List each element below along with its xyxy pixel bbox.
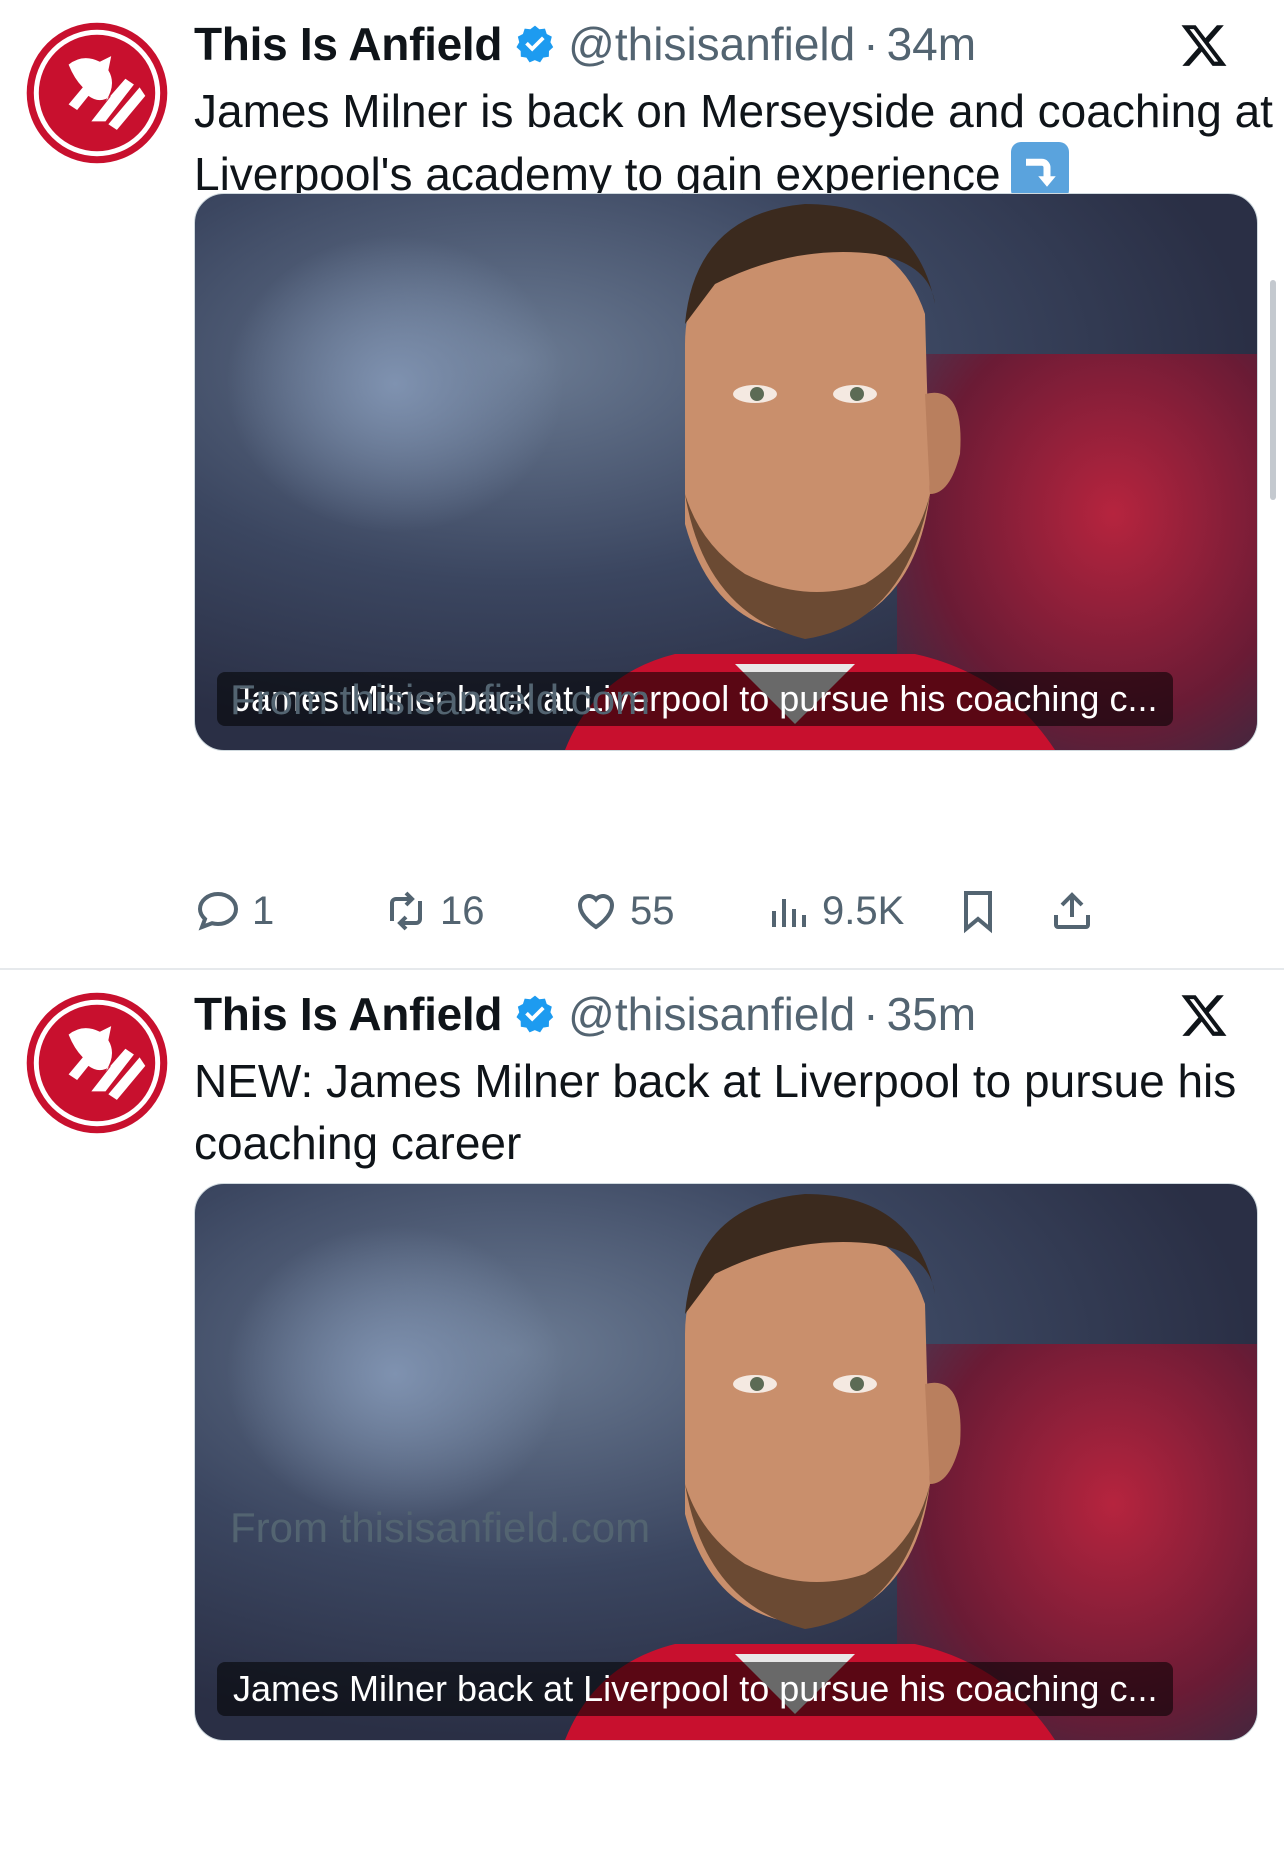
x-logo-icon bbox=[1178, 990, 1230, 1040]
card-bg-left bbox=[225, 234, 565, 534]
tweet-text: NEW: James Milner back at Liverpool to p… bbox=[194, 1050, 1274, 1174]
timestamp[interactable]: 35m bbox=[887, 987, 976, 1041]
separator: · bbox=[863, 18, 879, 70]
verified-badge-icon bbox=[514, 23, 556, 65]
reply-count: 1 bbox=[252, 888, 275, 933]
bookmark-icon bbox=[964, 891, 992, 934]
share-icon bbox=[1054, 892, 1090, 929]
tweet-text-content: James Milner is back on Merseyside and c… bbox=[194, 85, 1273, 200]
avatar[interactable] bbox=[26, 22, 168, 164]
verified-badge-icon bbox=[514, 993, 556, 1035]
like-count: 55 bbox=[630, 888, 675, 933]
reply-button[interactable]: 1 bbox=[194, 876, 274, 946]
repost-icon bbox=[390, 891, 422, 931]
card-caption: James Milner back at Liverpool to pursue… bbox=[217, 1662, 1174, 1716]
right-arrow-curving-down-icon bbox=[1010, 142, 1069, 200]
avatar[interactable] bbox=[26, 992, 168, 1134]
tweet-text: James Milner is back on Merseyside and c… bbox=[194, 80, 1274, 205]
tweet-1[interactable]: This Is Anfield @thisisanfield · 34m Jam… bbox=[0, 0, 1284, 970]
share-button[interactable] bbox=[1048, 876, 1106, 946]
tweet-text-content: NEW: James Milner back at Liverpool to p… bbox=[194, 1055, 1237, 1169]
account-name[interactable]: This Is Anfield bbox=[194, 17, 502, 71]
liverbird-logo bbox=[26, 22, 168, 164]
views-count: 9.5K bbox=[822, 888, 905, 933]
card-photo bbox=[565, 1194, 1055, 1740]
like-button[interactable]: 55 bbox=[572, 876, 675, 946]
x-logo-icon bbox=[1178, 20, 1230, 70]
account-handle[interactable]: @thisisanfield bbox=[568, 17, 855, 71]
account-handle[interactable]: @thisisanfield bbox=[568, 987, 855, 1041]
link-card[interactable]: James Milner back at Liverpool to pursue… bbox=[194, 1183, 1258, 1741]
views-icon bbox=[772, 899, 806, 927]
card-bg-left bbox=[225, 1224, 565, 1524]
heart-icon bbox=[577, 894, 615, 930]
repost-count: 16 bbox=[440, 888, 485, 933]
liverbird-logo bbox=[26, 992, 168, 1134]
separator: · bbox=[863, 988, 879, 1040]
views-button[interactable]: 9.5K bbox=[764, 876, 904, 946]
account-name[interactable]: This Is Anfield bbox=[194, 987, 502, 1041]
card-photo bbox=[565, 204, 1055, 750]
tweet-header: This Is Anfield @thisisanfield · 34m bbox=[194, 14, 976, 74]
link-card[interactable]: James Milner back at Liverpool to pursue… bbox=[194, 193, 1258, 751]
bookmark-button[interactable] bbox=[954, 876, 1012, 946]
card-source[interactable]: From thisisanfield.com bbox=[230, 1504, 650, 1552]
reply-icon bbox=[197, 891, 239, 931]
timestamp[interactable]: 34m bbox=[887, 17, 976, 71]
tweet-header: This Is Anfield @thisisanfield · 35m bbox=[194, 984, 976, 1044]
repost-button[interactable]: 16 bbox=[382, 876, 485, 946]
card-source[interactable]: From thisisanfield.com bbox=[230, 676, 650, 724]
scrollbar[interactable] bbox=[1270, 280, 1276, 500]
tweet-2[interactable]: This Is Anfield @thisisanfield · 35m NEW… bbox=[0, 970, 1284, 1857]
tweet-actions: 1 16 55 9.5K bbox=[194, 876, 1264, 946]
